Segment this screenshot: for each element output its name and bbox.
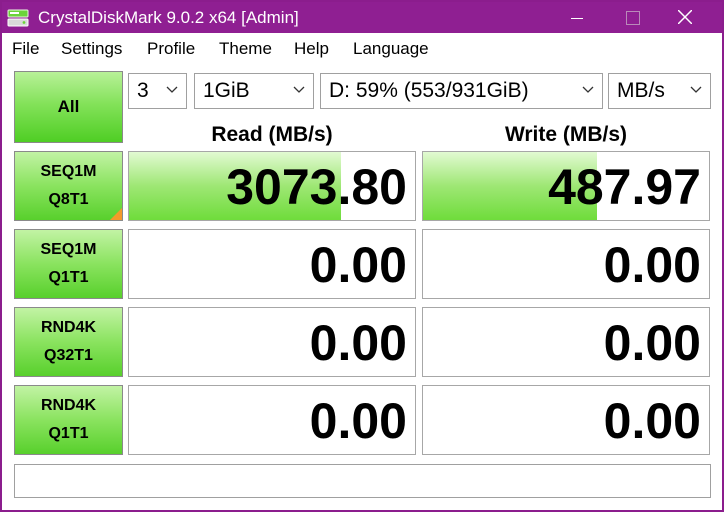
maximize-button[interactable] <box>604 2 658 33</box>
menu-help[interactable]: Help <box>294 39 329 59</box>
menu-settings[interactable]: Settings <box>61 39 122 59</box>
test-button-rnd4k-q1t1[interactable]: RND4K Q1T1 <box>14 385 123 455</box>
read-result-cell: 0.00 <box>128 229 416 299</box>
drive-value: D: 59% (553/931GiB) <box>329 79 529 102</box>
write-result-cell: 0.00 <box>422 385 710 455</box>
chevron-down-icon <box>166 86 178 93</box>
benchmark-panel: All 3 1GiB D: 59% (553/931GiB) MB/s Read… <box>2 61 722 510</box>
read-result-value: 0.00 <box>309 237 407 293</box>
unit-select[interactable]: MB/s <box>608 73 711 109</box>
chevron-down-icon <box>293 86 305 93</box>
drive-select[interactable]: D: 59% (553/931GiB) <box>320 73 603 109</box>
read-result-cell: 3073.80 <box>128 151 416 221</box>
test-button-line2: Q1T1 <box>48 425 89 442</box>
run-all-button[interactable]: All <box>14 71 123 143</box>
write-result-cell: 0.00 <box>422 229 710 299</box>
test-button-line1: SEQ1M <box>40 241 97 258</box>
comment-field[interactable] <box>14 464 711 498</box>
write-result-value: 0.00 <box>603 393 701 449</box>
read-column-header: Read (MB/s) <box>211 123 333 146</box>
test-count-value: 3 <box>137 79 149 102</box>
chevron-down-icon <box>582 86 594 93</box>
test-button-line2: Q32T1 <box>44 347 93 364</box>
menu-file[interactable]: File <box>12 39 39 59</box>
test-button-line1: RND4K <box>40 319 97 336</box>
menu-bar: File Settings Profile Theme Help Languag… <box>2 33 722 61</box>
read-result-value: 0.00 <box>309 315 407 371</box>
test-button-line1: SEQ1M <box>40 163 97 180</box>
test-button-rnd4k-q32t1[interactable]: RND4K Q32T1 <box>14 307 123 377</box>
app-window: CrystalDiskMark 9.0.2 x64 [Admin] File S… <box>2 2 722 510</box>
close-button[interactable] <box>658 2 712 33</box>
test-size-value: 1GiB <box>203 79 250 102</box>
unit-value: MB/s <box>617 79 665 102</box>
close-icon <box>678 10 692 24</box>
test-button-seq1m-q8t1[interactable]: SEQ1M Q8T1 <box>14 151 123 221</box>
test-count-select[interactable]: 3 <box>128 73 187 109</box>
write-result-value: 487.97 <box>548 159 701 215</box>
disk-app-icon <box>7 7 29 29</box>
menu-theme[interactable]: Theme <box>219 39 272 59</box>
selected-marker-icon <box>110 208 122 220</box>
test-button-seq1m-q1t1[interactable]: SEQ1M Q1T1 <box>14 229 123 299</box>
write-result-cell: 0.00 <box>422 307 710 377</box>
menu-language[interactable]: Language <box>353 39 429 59</box>
menu-profile[interactable]: Profile <box>147 39 195 59</box>
read-result-cell: 0.00 <box>128 307 416 377</box>
test-size-select[interactable]: 1GiB <box>194 73 314 109</box>
title-bar[interactable]: CrystalDiskMark 9.0.2 x64 [Admin] <box>2 2 722 33</box>
write-result-value: 0.00 <box>603 315 701 371</box>
chevron-down-icon <box>690 86 702 93</box>
test-button-line1: RND4K <box>40 397 97 414</box>
read-result-value: 0.00 <box>309 393 407 449</box>
write-result-value: 0.00 <box>603 237 701 293</box>
test-button-line2: Q8T1 <box>48 191 89 208</box>
read-result-value: 3073.80 <box>226 159 407 215</box>
test-button-line2: Q1T1 <box>48 269 89 286</box>
write-column-header: Write (MB/s) <box>504 123 628 146</box>
minimize-button[interactable] <box>550 2 604 33</box>
window-title: CrystalDiskMark 9.0.2 x64 [Admin] <box>38 8 299 27</box>
write-result-cell: 487.97 <box>422 151 710 221</box>
read-result-cell: 0.00 <box>128 385 416 455</box>
